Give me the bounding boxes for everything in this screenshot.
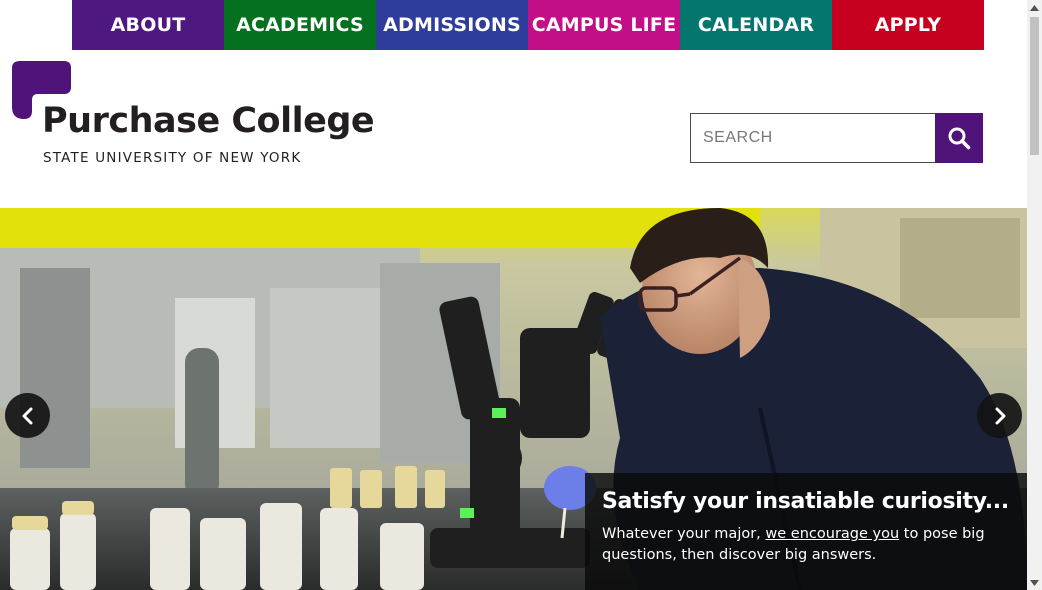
nav-calendar[interactable]: CALENDAR bbox=[680, 0, 832, 50]
hero-body: Whatever your major, we encourage you to… bbox=[602, 524, 1010, 566]
scroll-thumb[interactable] bbox=[1030, 17, 1039, 155]
nav-admissions[interactable]: ADMISSIONS bbox=[376, 0, 528, 50]
main-nav: ABOUT ACADEMICS ADMISSIONS CAMPUS LIFE C… bbox=[72, 0, 984, 50]
scroll-up-arrow-icon bbox=[1030, 4, 1039, 11]
hero-headline: Satisfy your insatiable curiosity... bbox=[602, 489, 1009, 514]
scroll-down-button[interactable] bbox=[1027, 575, 1042, 590]
logo-name: Purchase College bbox=[42, 101, 375, 141]
slider-next-button[interactable] bbox=[977, 393, 1022, 438]
hero-caption: Satisfy your insatiable curiosity... Wha… bbox=[585, 473, 1027, 590]
chevron-right-icon bbox=[995, 407, 1005, 424]
site-logo[interactable]: Purchase College STATE UNIVERSITY OF NEW… bbox=[12, 61, 375, 171]
scroll-down-arrow-icon bbox=[1030, 579, 1039, 586]
scroll-up-button[interactable] bbox=[1027, 0, 1042, 15]
encourage-link[interactable]: we encourage you bbox=[765, 526, 899, 542]
hero-body-text: Whatever your major, bbox=[602, 526, 766, 542]
hero-slider: Satisfy your insatiable curiosity... Wha… bbox=[0, 208, 1027, 590]
chevron-left-icon bbox=[22, 407, 32, 424]
logo-subtitle: STATE UNIVERSITY OF NEW YORK bbox=[43, 150, 302, 166]
search-input[interactable] bbox=[690, 113, 935, 163]
slider-prev-button[interactable] bbox=[5, 393, 50, 438]
nav-apply[interactable]: APPLY bbox=[832, 0, 984, 50]
search-icon bbox=[948, 127, 971, 150]
nav-campus-life[interactable]: CAMPUS LIFE bbox=[528, 0, 680, 50]
page-scrollbar[interactable] bbox=[1027, 0, 1042, 590]
nav-academics[interactable]: ACADEMICS bbox=[224, 0, 376, 50]
search-form bbox=[690, 113, 983, 163]
nav-about[interactable]: ABOUT bbox=[72, 0, 224, 50]
search-button[interactable] bbox=[935, 113, 983, 163]
